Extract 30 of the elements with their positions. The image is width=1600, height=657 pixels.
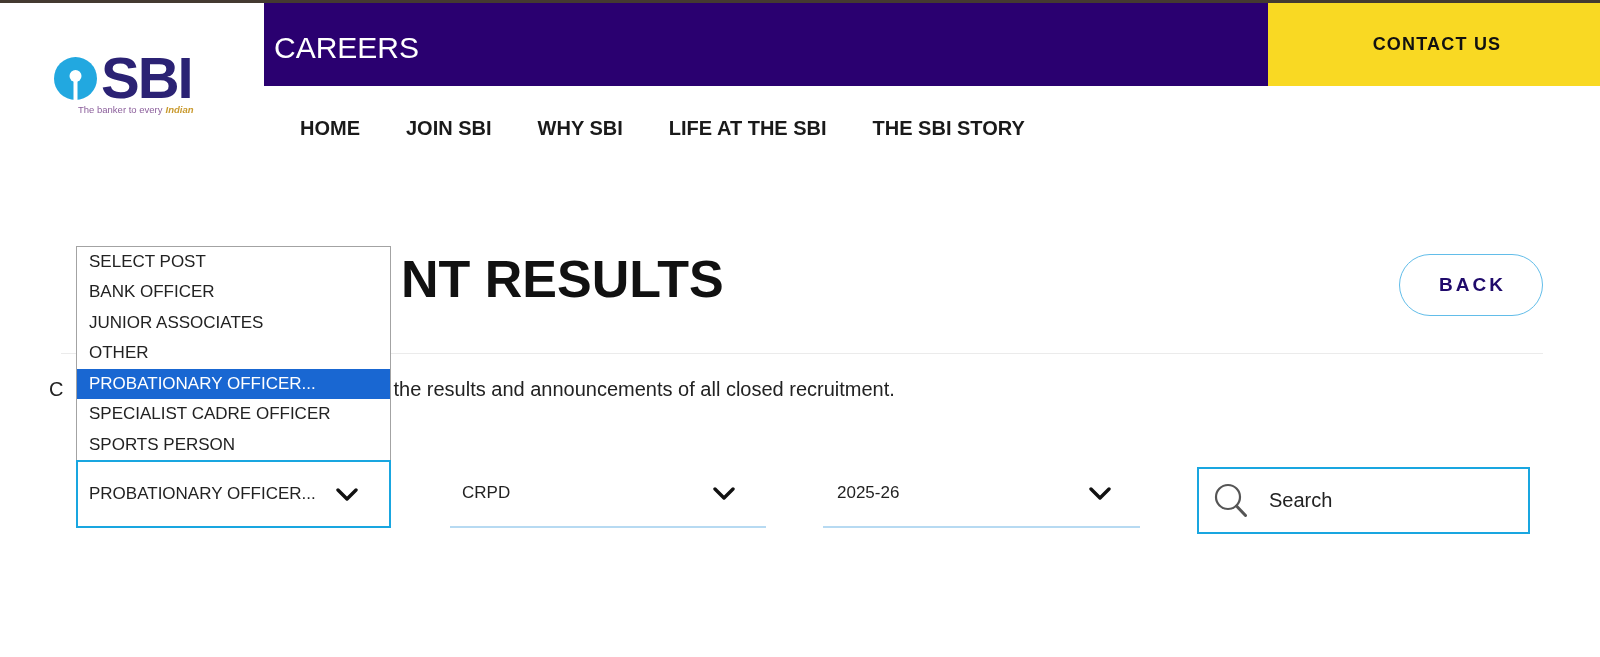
- contact-us-button[interactable]: CONTACT US: [1268, 3, 1600, 86]
- nav-link[interactable]: THE SBI STORY: [872, 116, 1025, 140]
- nav-link[interactable]: WHY SBI: [537, 116, 623, 140]
- select-dropdown[interactable]: CRPD: [450, 460, 766, 528]
- dropdown-option[interactable]: SPORTS PERSON: [77, 429, 390, 460]
- site-title: CAREERS: [274, 30, 420, 65]
- dropdown-option[interactable]: PROBATIONARY OFFICER...: [77, 368, 390, 399]
- description-text: C: [49, 377, 64, 401]
- dropdown-option[interactable]: SPECIALIST CADRE OFFICER: [77, 399, 390, 430]
- select-dropdown[interactable]: 2025-26: [823, 460, 1140, 528]
- search-icon: [1214, 483, 1247, 517]
- nav-link[interactable]: LIFE AT THE SBI: [668, 116, 827, 140]
- dropdown-option[interactable]: OTHER: [77, 338, 390, 369]
- nav-link[interactable]: HOME: [300, 116, 360, 140]
- dropdown-option[interactable]: BANK OFFICER: [77, 277, 390, 308]
- back-button[interactable]: BACK: [1399, 254, 1543, 316]
- chevron-down-icon: [1089, 486, 1111, 500]
- select-dropdown[interactable]: PROBATIONARY OFFICER...: [76, 460, 391, 528]
- dropdown-option[interactable]: SELECT POST: [77, 246, 390, 277]
- logo-tagline: The banker to every: [78, 104, 163, 116]
- dropdown-option[interactable]: JUNIOR ASSOCIATES: [77, 307, 390, 338]
- logo-icon: [54, 56, 97, 100]
- chevron-down-icon: [713, 486, 735, 500]
- page-title: NT RESULTS: [401, 253, 724, 305]
- logo-tagline-highlight: Indian: [165, 104, 194, 116]
- nav-link[interactable]: JOIN SBI: [406, 116, 492, 140]
- chevron-down-icon: [335, 487, 358, 501]
- logo-wordmark: SBI: [101, 56, 192, 100]
- search-field[interactable]: Search: [1197, 467, 1530, 534]
- description-text: the results and announcements of all closed recruitment.: [393, 377, 895, 401]
